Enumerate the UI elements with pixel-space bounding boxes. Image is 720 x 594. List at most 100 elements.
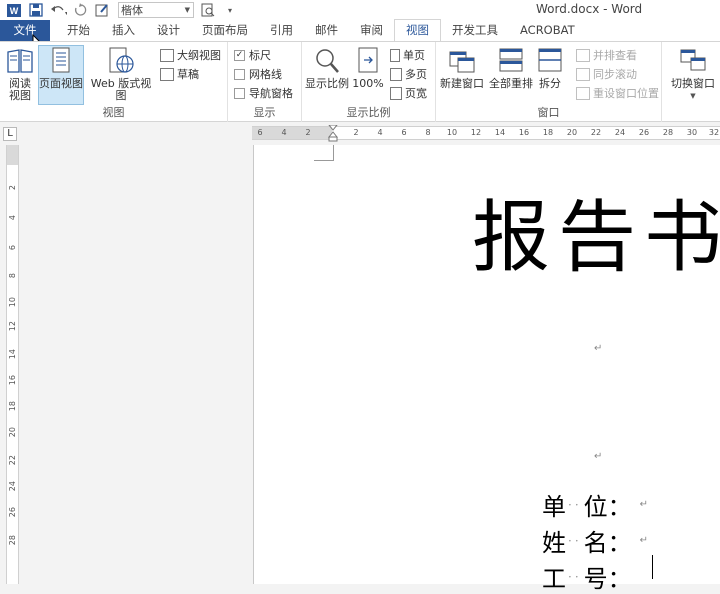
tab-design[interactable]: 设计: [146, 20, 191, 41]
draft-label: 草稿: [177, 68, 199, 81]
split-button[interactable]: 拆分: [536, 46, 564, 90]
vruler-number: 10: [8, 297, 17, 308]
tab-home[interactable]: 开始: [56, 20, 101, 41]
page-width-icon: [390, 86, 402, 100]
ruler-number: 18: [542, 128, 554, 137]
ruler-number: 6: [257, 128, 263, 137]
sync-scroll-label: 同步滚动: [593, 68, 637, 81]
side-by-side-button[interactable]: 并排查看: [576, 46, 637, 64]
tab-review[interactable]: 审阅: [349, 20, 394, 41]
switch-group: 切换窗口 ▼: [662, 42, 720, 122]
reset-position-button[interactable]: 重设窗口位置: [576, 84, 659, 102]
reset-position-icon: [576, 86, 590, 100]
save-icon[interactable]: [26, 1, 46, 19]
text-cursor: [652, 555, 653, 579]
ruler-checkbox[interactable]: ✓ 标尺: [234, 46, 271, 64]
tab-references[interactable]: 引用: [259, 20, 304, 41]
field-spacing-dots: ··: [568, 497, 582, 512]
tab-layout[interactable]: 页面布局: [191, 20, 259, 41]
vruler-number: 12: [8, 321, 17, 332]
show-group: ✓ 标尺 网格线 导航窗格 显示: [228, 42, 302, 122]
undo-icon[interactable]: ▾: [48, 1, 68, 19]
ruler-number: 32: [708, 128, 720, 137]
ruler-number: 22: [590, 128, 602, 137]
tab-mailings[interactable]: 邮件: [304, 20, 349, 41]
customize-qat-icon[interactable]: ▾: [220, 1, 240, 19]
ruler-number: 14: [494, 128, 506, 137]
font-name-dropdown[interactable]: 楷体 ▼: [118, 2, 194, 18]
draft-button[interactable]: 草稿: [160, 65, 199, 83]
switch-chevron-down-icon: ▼: [690, 92, 696, 100]
vruler-number: 20: [8, 427, 17, 438]
tab-developer[interactable]: 开发工具: [441, 20, 509, 41]
vruler-number: 16: [8, 375, 17, 386]
word-logo-icon: W: [4, 1, 24, 19]
draft-icon: [160, 67, 174, 81]
vruler-number: 24: [8, 481, 17, 492]
vruler-number: 26: [8, 507, 17, 518]
page-width-button[interactable]: 页宽: [390, 84, 427, 102]
margin-corner-mark: [314, 145, 334, 161]
ruler-number: 8: [425, 128, 431, 137]
zoom-button[interactable]: 显示比例: [304, 46, 350, 90]
edit-icon[interactable]: [92, 1, 112, 19]
ribbon: 阅读 视图 页面视图 Web 版式视图 大纲视图 草稿 视图 ✓ 标尺 网格线 导…: [0, 41, 720, 122]
new-window-button[interactable]: 新建窗口: [440, 46, 484, 90]
svg-text:▾: ▾: [65, 10, 67, 17]
arrange-all-button[interactable]: 全部重排: [486, 46, 536, 90]
field-label-char: 号: [583, 565, 608, 593]
page-width-label: 页宽: [405, 87, 427, 100]
tab-insert[interactable]: 插入: [101, 20, 146, 41]
read-mode-button[interactable]: 阅读 视图: [4, 46, 36, 102]
reset-position-label: 重设窗口位置: [593, 87, 659, 100]
book-icon: [7, 49, 33, 73]
vertical-ruler[interactable]: 2 4 6 8 10 12 14 16 18 20 22 24 26 28: [6, 145, 19, 584]
horizontal-ruler[interactable]: 6 4 2 2 4 6 8 10 12 14 16 18 20 22 24 26…: [252, 125, 720, 143]
indent-marker-icon[interactable]: [328, 125, 338, 143]
views-group-label: 视图: [102, 106, 125, 119]
tab-view[interactable]: 视图: [394, 19, 441, 41]
outline-button[interactable]: 大纲视图: [160, 46, 221, 64]
split-label: 拆分: [539, 77, 561, 90]
redo-icon[interactable]: [70, 1, 90, 19]
field-label-char: 名: [583, 529, 608, 557]
paragraph-mark: ↵: [639, 535, 649, 546]
tab-selector[interactable]: L: [3, 127, 17, 141]
document-page[interactable]: 报告书 ↵ ↵ 单 ·· 位 ： ↵ 姓 ·· 名 ： ↵ 工 ·· 号 ：: [253, 145, 720, 593]
vruler-number: 8: [8, 273, 17, 279]
sync-scroll-button[interactable]: 同步滚动: [576, 65, 637, 83]
gridlines-check-box: [234, 68, 245, 80]
multi-page-icon: [390, 67, 402, 81]
gridlines-label: 网格线: [249, 68, 282, 81]
ruler-number: 30: [686, 128, 698, 137]
print-layout-button[interactable]: 页面视图: [38, 45, 84, 105]
field-number: 工 ·· 号 ：: [542, 559, 632, 594]
new-window-icon: [449, 51, 475, 73]
vruler-number: 22: [8, 455, 17, 466]
zoom-100-button[interactable]: 100%: [352, 46, 384, 90]
multi-page-label: 多页: [405, 68, 427, 81]
field-spacing-dots: ··: [568, 533, 582, 548]
paragraph-mark: ↵: [594, 343, 603, 354]
chevron-down-icon: ▼: [184, 6, 190, 14]
side-by-side-icon: [576, 48, 590, 62]
arrange-all-label: 全部重排: [489, 77, 533, 90]
print-layout-label: 页面视图: [39, 77, 83, 90]
field-label-char: 姓: [542, 529, 566, 557]
multi-page-button[interactable]: 多页: [390, 65, 427, 83]
switch-windows-button[interactable]: 切换窗口 ▼: [668, 46, 718, 102]
print-preview-icon[interactable]: [198, 1, 218, 19]
switch-windows-icon: [680, 49, 706, 71]
workspace-background: [20, 145, 252, 584]
tab-acrobat[interactable]: ACROBAT: [509, 20, 586, 41]
vruler-number: 18: [8, 401, 17, 412]
web-layout-button[interactable]: Web 版式视图: [86, 46, 156, 102]
gridlines-checkbox[interactable]: 网格线: [234, 65, 282, 83]
one-page-button[interactable]: 单页: [390, 46, 425, 64]
ruler-label: 标尺: [249, 49, 271, 62]
ribbon-tabs: 文件 开始 插入 设计 页面布局 引用 邮件 审阅 视图 开发工具 ACROBA…: [0, 19, 720, 41]
ruler-check-icon: ✓: [234, 49, 245, 61]
paragraph-mark: ↵: [639, 499, 649, 510]
nav-pane-checkbox[interactable]: 导航窗格: [234, 84, 293, 102]
views-group: 阅读 视图 页面视图 Web 版式视图 大纲视图 草稿 视图: [0, 42, 228, 122]
